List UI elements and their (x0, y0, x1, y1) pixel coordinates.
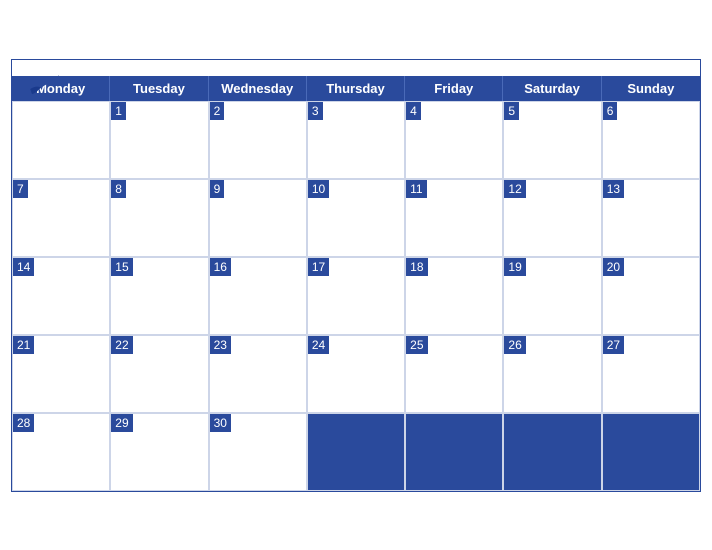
day-cell: 21 (12, 335, 110, 413)
calendar-header (12, 60, 700, 76)
day-cell: 14 (12, 257, 110, 335)
day-number: 12 (504, 180, 525, 199)
day-number: 9 (210, 180, 225, 199)
day-cell (602, 413, 700, 491)
day-cell: 17 (307, 257, 405, 335)
day-number: 14 (13, 258, 34, 277)
day-number: 1 (111, 102, 126, 121)
day-number: 5 (504, 102, 519, 121)
day-cell (405, 413, 503, 491)
day-number: 17 (308, 258, 329, 277)
calendar: MondayTuesdayWednesdayThursdayFridaySatu… (11, 59, 701, 492)
day-cell: 29 (110, 413, 208, 491)
day-cell: 13 (602, 179, 700, 257)
day-cell (503, 413, 601, 491)
day-number: 24 (308, 336, 329, 355)
day-cell: 24 (307, 335, 405, 413)
day-number: 18 (406, 258, 427, 277)
day-cell: 22 (110, 335, 208, 413)
day-cell: 23 (209, 335, 307, 413)
day-cell: 20 (602, 257, 700, 335)
day-cell: 2 (209, 101, 307, 179)
day-cell: 5 (503, 101, 601, 179)
day-number: 28 (13, 414, 34, 433)
day-cell: 7 (12, 179, 110, 257)
day-cell: 26 (503, 335, 601, 413)
day-cell: 8 (110, 179, 208, 257)
day-cell (307, 413, 405, 491)
day-cell: 27 (602, 335, 700, 413)
day-cell: 10 (307, 179, 405, 257)
day-number: 2 (210, 102, 225, 121)
day-number: 4 (406, 102, 421, 121)
day-number: 26 (504, 336, 525, 355)
calendar-grid: 1234567891011121314151617181920212223242… (12, 101, 700, 491)
day-number: 19 (504, 258, 525, 277)
day-number: 16 (210, 258, 231, 277)
day-number: 10 (308, 180, 329, 199)
day-cell: 9 (209, 179, 307, 257)
day-cell: 12 (503, 179, 601, 257)
day-cell: 11 (405, 179, 503, 257)
logo-icon (28, 68, 64, 96)
day-header-tuesday: Tuesday (110, 76, 208, 101)
day-cell: 4 (405, 101, 503, 179)
day-number: 15 (111, 258, 132, 277)
day-number: 8 (111, 180, 126, 199)
day-cell: 30 (209, 413, 307, 491)
logo (28, 68, 64, 96)
day-header-sunday: Sunday (602, 76, 700, 101)
day-number: 3 (308, 102, 323, 121)
day-number: 13 (603, 180, 624, 199)
day-cell: 19 (503, 257, 601, 335)
day-number: 29 (111, 414, 132, 433)
day-cell (12, 101, 110, 179)
day-cell: 3 (307, 101, 405, 179)
day-cell: 18 (405, 257, 503, 335)
day-number: 6 (603, 102, 618, 121)
day-header-saturday: Saturday (503, 76, 601, 101)
day-number: 7 (13, 180, 28, 199)
day-number: 30 (210, 414, 231, 433)
day-header-wednesday: Wednesday (209, 76, 307, 101)
day-headers: MondayTuesdayWednesdayThursdayFridaySatu… (12, 76, 700, 101)
day-number: 27 (603, 336, 624, 355)
day-header-thursday: Thursday (307, 76, 405, 101)
day-cell: 25 (405, 335, 503, 413)
day-cell: 28 (12, 413, 110, 491)
day-cell: 6 (602, 101, 700, 179)
day-number: 25 (406, 336, 427, 355)
day-header-friday: Friday (405, 76, 503, 101)
day-number: 11 (406, 180, 426, 199)
day-cell: 16 (209, 257, 307, 335)
day-number: 21 (13, 336, 34, 355)
day-number: 22 (111, 336, 132, 355)
day-number: 20 (603, 258, 624, 277)
day-cell: 1 (110, 101, 208, 179)
day-cell: 15 (110, 257, 208, 335)
day-number: 23 (210, 336, 231, 355)
